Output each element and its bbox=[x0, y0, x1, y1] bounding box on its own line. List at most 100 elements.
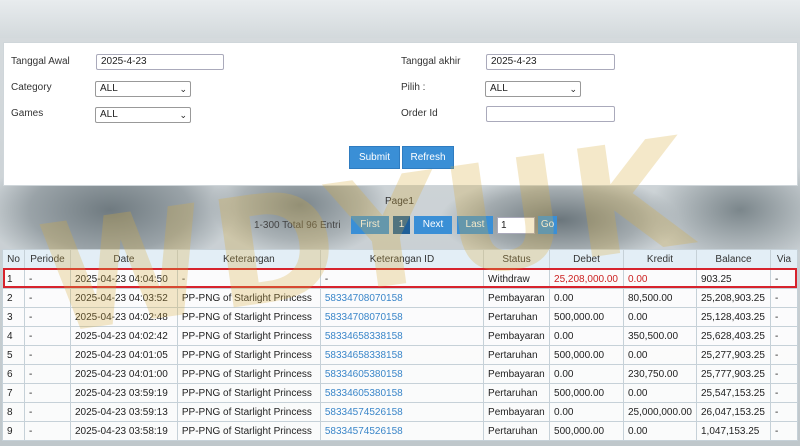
table-row: 7-2025-04-23 03:59:19 PP-PNG of Starlight… bbox=[2, 383, 799, 403]
table-cell[interactable]: 58334658338158 bbox=[319, 345, 485, 365]
table-cell: - bbox=[769, 402, 799, 422]
table-cell: - bbox=[176, 269, 321, 289]
table-cell: Pembayaran bbox=[483, 326, 551, 346]
page-number-input[interactable]: 1 bbox=[497, 217, 535, 234]
table-cell: 0.00 bbox=[549, 364, 624, 384]
table-cell: 25,208,903.25 bbox=[695, 288, 771, 308]
col-header[interactable]: No bbox=[2, 249, 25, 270]
col-header[interactable]: Keterangan bbox=[176, 249, 321, 270]
table-cell[interactable]: 58334574526158 bbox=[319, 421, 485, 441]
table-cell: 0.00 bbox=[623, 421, 697, 441]
next-page-button[interactable]: Next bbox=[414, 216, 452, 234]
table-cell: 4 bbox=[2, 326, 25, 346]
submit-button[interactable]: Submit bbox=[349, 146, 400, 169]
table-cell: - bbox=[769, 326, 799, 346]
table-cell: Pembayaran bbox=[483, 288, 551, 308]
order-id-input[interactable] bbox=[486, 106, 615, 122]
table-cell: 2025-04-23 04:01:05 bbox=[69, 345, 178, 365]
col-header[interactable]: Kredit bbox=[623, 249, 697, 270]
table-cell: 2025-04-23 04:04:50 bbox=[69, 269, 178, 289]
table-cell[interactable]: 58334708070158 bbox=[319, 307, 485, 327]
table-row: 2-2025-04-23 04:03:52 PP-PNG of Starlight… bbox=[2, 288, 799, 308]
start-date-input[interactable]: 2025-4-23 bbox=[96, 54, 224, 70]
start-date-label: Tanggal Awal bbox=[11, 56, 70, 67]
table-cell: - bbox=[769, 288, 799, 308]
table-cell: PP-PNG of Starlight Princess bbox=[176, 383, 321, 403]
last-page-button[interactable]: Last bbox=[457, 216, 493, 234]
table-cell: 25,000,000.00 bbox=[623, 402, 697, 422]
table-cell: 0.00 bbox=[549, 402, 624, 422]
refresh-button[interactable]: Refresh bbox=[402, 146, 454, 169]
table-cell: 26,047,153.25 bbox=[695, 402, 771, 422]
first-page-button[interactable]: First bbox=[351, 216, 389, 234]
table-cell: - bbox=[769, 383, 799, 403]
table-row: 6-2025-04-23 04:01:00 PP-PNG of Starlight… bbox=[2, 364, 799, 384]
col-header[interactable]: Balance bbox=[695, 249, 771, 270]
table-cell[interactable]: 58334605380158 bbox=[319, 364, 485, 384]
table-cell: Pertaruhan bbox=[483, 307, 551, 327]
category-label: Category bbox=[11, 82, 52, 93]
pilih-label: Pilih : bbox=[401, 82, 426, 93]
table-cell: Pertaruhan bbox=[483, 421, 551, 441]
col-header[interactable]: Debet bbox=[549, 249, 624, 270]
table-cell: Withdraw bbox=[483, 269, 551, 289]
table-cell: 25,128,403.25 bbox=[695, 307, 771, 327]
table-cell: - bbox=[23, 288, 71, 308]
pager-title: Page1 bbox=[385, 196, 414, 207]
table-cell: 0.00 bbox=[623, 383, 697, 403]
table-cell: 25,547,153.25 bbox=[695, 383, 771, 403]
table-cell: 1,047,153.25 bbox=[695, 421, 771, 441]
col-header[interactable]: Status bbox=[483, 249, 551, 270]
filter-panel: Tanggal Awal 2025-4-23 Tanggal akhir 202… bbox=[3, 42, 798, 186]
table-cell: PP-PNG of Starlight Princess bbox=[176, 307, 321, 327]
table-row: 4 - 2025-04-23 04:02:42 PP-PNG of Starlight… bbox=[2, 326, 799, 346]
col-header[interactable]: Periode bbox=[23, 249, 71, 270]
table-cell[interactable]: 58334605380158 bbox=[319, 383, 485, 403]
table-cell: - bbox=[23, 364, 71, 384]
col-header[interactable]: Via bbox=[769, 249, 799, 270]
table-cell[interactable]: 58334708070158 bbox=[319, 288, 485, 308]
category-selected-value: ALL bbox=[100, 83, 118, 94]
table-row: 8-2025-04-23 03:59:13 PP-PNG of Starlight… bbox=[2, 402, 799, 422]
table-cell[interactable]: 58334658338158 bbox=[319, 326, 485, 346]
pilih-select[interactable]: ALL ⌄ bbox=[485, 81, 581, 97]
games-select[interactable]: ALL ⌄ bbox=[95, 107, 191, 123]
col-header[interactable]: Keterangan ID bbox=[319, 249, 485, 270]
table-cell: 1 bbox=[2, 269, 25, 289]
col-header[interactable]: Date bbox=[69, 249, 178, 270]
go-button[interactable]: Go bbox=[538, 216, 557, 234]
table-cell: 25,777,903.25 bbox=[695, 364, 771, 384]
table-cell: 3 bbox=[2, 307, 25, 327]
chevron-down-icon: ⌄ bbox=[179, 84, 187, 94]
current-page-button[interactable]: 1 bbox=[393, 216, 410, 234]
category-select[interactable]: ALL ⌄ bbox=[95, 81, 191, 97]
table-cell: 2025-04-23 04:01:00 bbox=[69, 364, 178, 384]
table-cell: 500,000.00 bbox=[549, 307, 624, 327]
table-cell: - bbox=[769, 269, 799, 289]
table-cell: - bbox=[769, 307, 799, 327]
table-cell: 8 bbox=[2, 402, 25, 422]
table-cell: 2 bbox=[2, 288, 25, 308]
table-cell: PP-PNG of Starlight Princess bbox=[176, 345, 321, 365]
table-cell[interactable]: - bbox=[319, 269, 485, 289]
table-cell: 500,000.00 bbox=[549, 383, 624, 403]
table-cell: PP-PNG of Starlight Princess bbox=[176, 326, 321, 346]
table-cell: PP-PNG of Starlight Princess bbox=[176, 288, 321, 308]
pager-info: 1-300 Total 96 Entri bbox=[254, 220, 341, 231]
table-cell: - bbox=[769, 421, 799, 441]
table-row: 1-2025-04-23 04:04:50- - Withdraw 25,208,00… bbox=[2, 269, 799, 289]
table-cell: 5 bbox=[2, 345, 25, 365]
table-row: 9-2025-04-23 03:58:19 PP-PNG of Starlight… bbox=[2, 421, 799, 441]
table-cell: 500,000.00 bbox=[549, 421, 624, 441]
table-cell: - bbox=[23, 421, 71, 441]
end-date-input[interactable]: 2025-4-23 bbox=[486, 54, 615, 70]
table-cell: 0.00 bbox=[623, 269, 697, 289]
table-cell[interactable]: 58334574526158 bbox=[319, 402, 485, 422]
table-cell: - bbox=[23, 269, 71, 289]
table-cell: 2025-04-23 04:02:42 bbox=[69, 326, 178, 346]
order-id-label: Order Id bbox=[401, 108, 438, 119]
table-cell: Pembayaran bbox=[483, 364, 551, 384]
table-cell: 0.00 bbox=[549, 288, 624, 308]
table-cell: 9 bbox=[2, 421, 25, 441]
table-cell: 0.00 bbox=[549, 326, 624, 346]
